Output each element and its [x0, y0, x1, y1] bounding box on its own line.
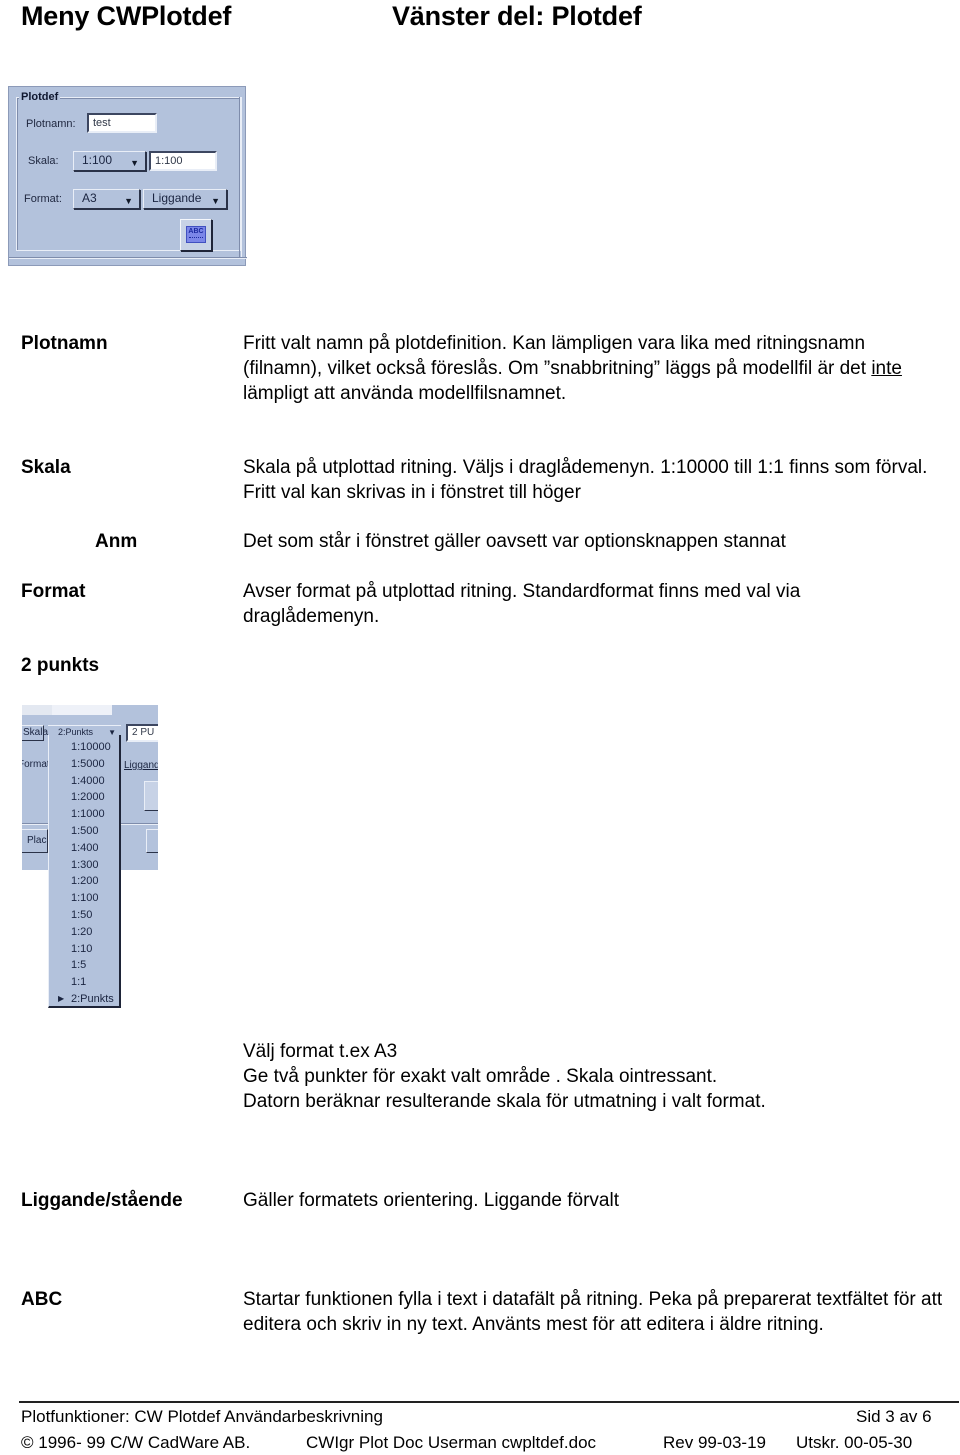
format-dropdown[interactable]: A3 ▼: [73, 189, 140, 209]
custom-scale-input[interactable]: 2 PU: [126, 724, 158, 742]
skala-label-cut: Skala: [23, 727, 49, 738]
abc-button-cut[interactable]: [144, 781, 158, 811]
orientation-dropdown[interactable]: Liggande ▼: [143, 189, 227, 209]
scale-option[interactable]: 1:2000: [49, 789, 119, 806]
skala-selected-value: 1:100: [82, 153, 113, 167]
plotdef-group-label: Plotdef: [19, 91, 61, 103]
scale-option[interactable]: 1:10: [49, 941, 119, 958]
footer-revision: Rev 99-03-19: [663, 1433, 767, 1452]
chevron-down-icon: ▼: [211, 196, 220, 206]
scale-option[interactable]: 1:500: [49, 823, 119, 840]
abc-button[interactable]: ABC: [180, 219, 212, 251]
description-liggande-staende: Gäller formatets orientering. Liggande f…: [243, 1190, 619, 1211]
plotnamn-label: Plotnamn:: [26, 118, 76, 130]
term-format: Format: [21, 581, 86, 602]
scale-option[interactable]: 1:10000: [49, 739, 119, 756]
button-cut-right[interactable]: [146, 829, 158, 853]
term-liggande-staende: Liggande/stående: [21, 1190, 183, 1211]
term-plotnamn: Plotnamn: [21, 333, 108, 354]
scale-option[interactable]: 1:5000: [49, 756, 119, 773]
scale-option[interactable]: 1:200: [49, 873, 119, 890]
term-2-punkts: 2 punkts: [21, 655, 100, 676]
underlined-emphasis: inte: [871, 358, 902, 379]
footer-printed-date: Utskr. 00-05-30: [796, 1433, 913, 1452]
document-title: Meny CWPlotdef: [21, 1, 232, 31]
scale-option[interactable]: 1:5: [49, 957, 119, 974]
footer-page-number: Sid 3 av 6: [856, 1407, 932, 1426]
footer-doc-file: CWIgr Plot Doc Userman cwpltdef.doc: [306, 1433, 597, 1452]
scale-options-list[interactable]: 1:10000 1:5000 1:4000 1:2000 1:1000 1:500 1:40…: [48, 735, 121, 1008]
scale-option[interactable]: 1:50: [49, 907, 119, 924]
format-label: Format:: [24, 193, 62, 205]
scale-option[interactable]: 1:1: [49, 974, 119, 991]
scale-option[interactable]: 1:300: [49, 857, 119, 874]
plotnamn-input[interactable]: test: [87, 113, 157, 133]
description-abc: Startar funktionen fylla i text i datafä…: [243, 1289, 943, 1335]
footer-copyright: © 1996- 99 C/W CadWare AB.: [21, 1433, 251, 1452]
section-title: Vänster del: Plotdef: [392, 1, 642, 31]
description-plotnamn: Fritt valt namn på plotdefinition. Kan l…: [243, 333, 902, 404]
footer-divider: [19, 1401, 959, 1403]
skala-label: Skala:: [28, 155, 59, 167]
term-abc: ABC: [21, 1289, 63, 1310]
scale-option[interactable]: 1:400: [49, 840, 119, 857]
scale-option[interactable]: 1:100: [49, 890, 119, 907]
description-anm: Det som står i fönstret gäller oavsett v…: [243, 531, 786, 552]
panel-divider-horizontal: [9, 257, 247, 259]
scale-option[interactable]: 1:20: [49, 924, 119, 941]
panel-divider-vertical: [239, 97, 242, 257]
orientation-selected-value: Liggande: [152, 191, 202, 205]
scale-dropdown-screenshot: Skala Format 2 PU Liggande Plac 2:Punkts…: [22, 705, 158, 1010]
format-selected-value: A3: [82, 191, 97, 205]
term-anm: Anm: [95, 531, 138, 552]
format-label-cut: Format: [22, 759, 50, 770]
scale-option[interactable]: 1:4000: [49, 773, 119, 790]
abc-text-icon: ABC: [186, 226, 206, 243]
description-format: Avser format på utplottad ritning. Stand…: [243, 581, 801, 627]
description-2-punkts: Välj format t.ex A3 Ge två punkter för e…: [243, 1041, 766, 1112]
orientation-combo-cut[interactable]: Liggande: [124, 760, 158, 771]
skala-dropdown[interactable]: 1:100 ▼: [73, 151, 146, 171]
scale-option[interactable]: ▶ 2:Punkts: [49, 991, 119, 1008]
plotdef-panel-screenshot: Plotdef Plotnamn: test Skala: 1:100 ▼ 1:…: [8, 86, 247, 266]
chevron-down-icon: ▼: [124, 196, 133, 206]
footer-doc-title: Plotfunktioner: CW Plotdef Användarbeskr…: [21, 1407, 383, 1426]
term-skala: Skala: [21, 457, 71, 478]
description-skala: Skala på utplottad ritning. Väljs i drag…: [243, 457, 928, 503]
scale-option[interactable]: 1:1000: [49, 806, 119, 823]
submenu-arrow-icon: ▶: [58, 994, 65, 1003]
chevron-down-icon: ▼: [130, 158, 139, 168]
skala-custom-input[interactable]: 1:100: [149, 151, 217, 171]
